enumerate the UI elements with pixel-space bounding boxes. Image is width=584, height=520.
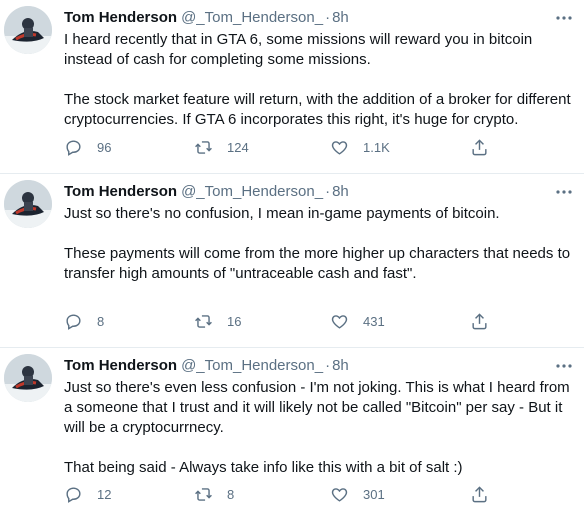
tweet-text: Just so there's even less confusion - I'… — [64, 378, 574, 478]
reply-icon — [66, 139, 81, 156]
share-icon — [472, 485, 487, 502]
retweet-icon — [195, 314, 212, 328]
tweet-text: Just so there's no confusion, I mean in-… — [64, 204, 574, 284]
retweet-button[interactable]: 8 — [194, 484, 234, 504]
retweet-button[interactable]: 16 — [194, 311, 241, 331]
retweet-icon — [195, 487, 212, 501]
tweet-header: Tom Henderson @_Tom_Henderson_ · 8h — [64, 356, 556, 376]
retweet-count: 16 — [227, 313, 242, 329]
reply-icon — [66, 486, 81, 503]
separator-dot: · — [325, 357, 331, 374]
avatar[interactable] — [4, 180, 52, 228]
tweet-paragraph: Just so there's no confusion, I mean in-… — [64, 205, 500, 222]
author-handle[interactable]: @_Tom_Henderson_ — [181, 183, 323, 200]
like-count: 1.1K — [363, 139, 390, 155]
share-button[interactable] — [470, 484, 489, 504]
reply-count: 96 — [97, 139, 112, 155]
retweet-button[interactable]: 124 — [194, 137, 249, 157]
reply-count: 12 — [97, 486, 112, 502]
tweet-actions: 12 8 301 — [64, 484, 504, 504]
separator-dot: · — [325, 183, 331, 200]
tweet[interactable]: Tom Henderson @_Tom_Henderson_ · 8h I heard… — [0, 0, 584, 174]
like-button[interactable]: 1.1K — [330, 137, 390, 157]
retweet-icon — [195, 140, 212, 154]
timestamp[interactable]: 8h — [332, 9, 349, 26]
heart-icon — [331, 314, 348, 329]
tweet-header: Tom Henderson @_Tom_Henderson_ · 8h — [64, 182, 556, 202]
reply-button[interactable]: 8 — [64, 311, 104, 331]
more-horizontal-icon[interactable] — [554, 356, 574, 376]
tweet[interactable]: Tom Henderson @_Tom_Henderson_ · 8h Just so… — [0, 348, 584, 520]
share-icon — [472, 138, 487, 155]
like-count: 431 — [363, 313, 385, 329]
reply-count: 8 — [97, 313, 105, 329]
tweet-paragraph: Just so there's even less confusion - I'… — [64, 379, 570, 436]
like-count: 301 — [363, 486, 385, 502]
more-horizontal-icon[interactable] — [554, 8, 574, 28]
more-horizontal-icon[interactable] — [554, 182, 574, 202]
reply-button[interactable]: 12 — [64, 484, 111, 504]
retweet-count: 124 — [227, 139, 249, 155]
author-name[interactable]: Tom Henderson — [64, 183, 177, 200]
tweet-header: Tom Henderson @_Tom_Henderson_ · 8h — [64, 8, 556, 28]
tweet-text: I heard recently that in GTA 6, some mis… — [64, 30, 574, 130]
author-handle[interactable]: @_Tom_Henderson_ — [181, 357, 323, 374]
share-button[interactable] — [470, 137, 489, 157]
tweet-thread: Tom Henderson @_Tom_Henderson_ · 8h I heard… — [0, 0, 584, 520]
tweet-paragraph: I heard recently that in GTA 6, some mis… — [64, 31, 533, 68]
author-name[interactable]: Tom Henderson — [64, 357, 177, 374]
share-button[interactable] — [470, 311, 489, 331]
separator-dot: · — [325, 9, 331, 26]
author-handle[interactable]: @_Tom_Henderson_ — [181, 9, 323, 26]
reply-button[interactable]: 96 — [64, 137, 111, 157]
tweet-actions: 8 16 431 — [64, 311, 504, 331]
timestamp[interactable]: 8h — [332, 183, 349, 200]
tweet-paragraph: These payments will come from the more h… — [64, 245, 571, 282]
share-icon — [472, 312, 487, 329]
avatar[interactable] — [4, 6, 52, 54]
tweet-paragraph: That being said - Always take info like … — [64, 459, 463, 476]
avatar[interactable] — [4, 354, 52, 402]
like-button[interactable]: 431 — [330, 311, 385, 331]
heart-icon — [331, 140, 348, 155]
timestamp[interactable]: 8h — [332, 357, 349, 374]
like-button[interactable]: 301 — [330, 484, 385, 504]
reply-icon — [66, 313, 81, 330]
tweet-actions: 96 124 1.1K — [64, 137, 504, 157]
tweet-paragraph: The stock market feature will return, wi… — [64, 91, 571, 128]
author-name[interactable]: Tom Henderson — [64, 9, 177, 26]
tweet[interactable]: Tom Henderson @_Tom_Henderson_ · 8h Just so… — [0, 174, 584, 348]
retweet-count: 8 — [227, 486, 235, 502]
heart-icon — [331, 487, 348, 502]
